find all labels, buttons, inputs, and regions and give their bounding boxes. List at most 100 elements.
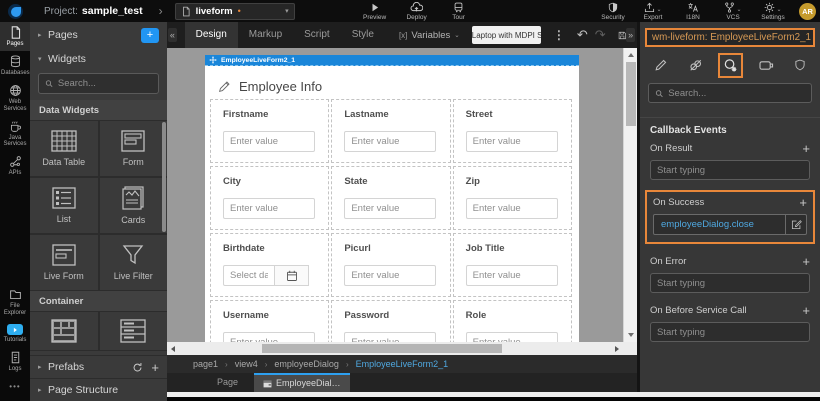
widget-tile-live-filter[interactable]: Live Filter — [100, 235, 168, 290]
tab-design[interactable]: Design — [185, 22, 238, 48]
export-button[interactable]: ⌄ Export — [635, 2, 671, 21]
widget-search[interactable] — [38, 73, 159, 94]
prefabs-accordion-header[interactable]: ▸ Prefabs + — [30, 355, 167, 378]
collapse-left-panel-button[interactable]: « — [168, 28, 177, 42]
widget-tile-list[interactable]: List — [30, 178, 98, 233]
left-panel-scrollbar[interactable] — [162, 122, 166, 232]
sidebar-item-pages[interactable]: Pages — [0, 22, 30, 51]
form-field-lastname[interactable]: Lastname — [331, 99, 450, 163]
variables-dropdown[interactable]: [x] Variables ⌄ — [399, 30, 460, 41]
city-input[interactable] — [224, 203, 314, 214]
canvas-more-menu-button[interactable]: ⋮ — [553, 28, 565, 42]
add-on-success-action-button[interactable]: + — [799, 195, 807, 210]
edit-action-button[interactable] — [785, 215, 806, 234]
wavemaker-logo-icon[interactable] — [0, 4, 30, 19]
firstname-input[interactable] — [224, 136, 314, 147]
form-field-jobtitle[interactable]: Job Title — [453, 233, 572, 297]
add-page-button[interactable]: + — [141, 28, 159, 43]
pages-accordion-header[interactable]: ▸ Pages + — [30, 22, 167, 48]
scroll-right-arrow-icon[interactable] — [615, 346, 619, 352]
form-field-picurl[interactable]: Picurl — [331, 233, 450, 297]
widget-tile-live-form[interactable]: Live Form — [30, 235, 98, 290]
form-field-role[interactable]: Role — [453, 300, 572, 342]
user-avatar[interactable]: AR — [799, 3, 816, 20]
tab-styles[interactable] — [684, 54, 707, 76]
vertical-scroll-thumb[interactable] — [626, 62, 636, 126]
widgets-accordion-header[interactable]: ▾ Widgets — [30, 48, 167, 70]
scroll-down-arrow-icon[interactable] — [628, 333, 634, 337]
breadcrumb-employeeliveform[interactable]: EmployeeLiveForm2_1 — [356, 359, 449, 369]
form-field-birthdate[interactable]: Birthdate — [210, 233, 329, 297]
horizontal-scroll-thumb[interactable] — [262, 344, 502, 353]
sidebar-item-web-services[interactable]: Web Services — [0, 80, 30, 116]
tab-script[interactable]: Script — [293, 22, 341, 48]
add-prefab-button[interactable]: + — [151, 360, 159, 375]
widget-tile-form[interactable]: Form — [100, 121, 168, 176]
deploy-button[interactable]: Deploy — [399, 2, 435, 21]
breadcrumb-view4[interactable]: view4 — [235, 359, 258, 369]
sidebar-item-file-explorer[interactable]: File Explorer — [0, 284, 30, 320]
on-result-input[interactable] — [657, 165, 803, 176]
tab-style[interactable]: Style — [341, 22, 385, 48]
bottom-tab-page[interactable]: Page — [201, 373, 254, 392]
widget-search-input[interactable] — [58, 78, 152, 89]
canvas-vertical-scrollbar[interactable] — [623, 48, 637, 342]
properties-search-input[interactable] — [668, 88, 805, 99]
sidebar-item-java-services[interactable]: Java Services — [0, 116, 30, 152]
widget-tile-cards[interactable]: Cards — [100, 178, 168, 233]
tour-button[interactable]: Tour — [441, 2, 477, 21]
device-selector[interactable]: Laptop with MDPI Screen ⌄ — [472, 26, 541, 44]
on-error-input[interactable] — [657, 278, 803, 289]
sidebar-more-button[interactable]: ••• — [0, 376, 30, 401]
form-field-username[interactable]: Username — [210, 300, 329, 342]
tab-markup[interactable]: Markup — [238, 22, 293, 48]
save-icon[interactable] — [618, 29, 627, 42]
state-input[interactable] — [345, 203, 435, 214]
form-field-firstname[interactable]: Firstname — [210, 99, 329, 163]
breadcrumb-employeedialog[interactable]: employeeDialog — [274, 359, 339, 369]
selected-widget-bar[interactable]: EmployeeLiveForm2_1 — [205, 55, 579, 66]
add-on-error-action-button[interactable]: + — [802, 254, 810, 269]
widget-tile-data-table[interactable]: Data Table — [30, 121, 98, 176]
birthdate-input[interactable] — [224, 270, 274, 281]
form-field-password[interactable]: Password — [331, 300, 450, 342]
tab-events[interactable] — [718, 53, 743, 78]
breadcrumb-page1[interactable]: page1 — [193, 359, 218, 369]
properties-search[interactable] — [648, 83, 812, 103]
scroll-left-arrow-icon[interactable] — [171, 346, 175, 352]
lastname-input[interactable] — [345, 136, 435, 147]
preview-button[interactable]: Preview — [357, 2, 393, 21]
widget-tile-accordion[interactable] — [100, 312, 168, 350]
i18n-button[interactable]: I18N — [675, 2, 711, 21]
form-field-street[interactable]: Street — [453, 99, 572, 163]
security-button[interactable]: Security — [595, 2, 631, 21]
refresh-icon[interactable] — [132, 362, 143, 373]
undo-button[interactable]: ↶ — [577, 27, 588, 43]
vcs-button[interactable]: ⌄ VCS — [715, 2, 751, 21]
add-on-result-action-button[interactable]: + — [802, 141, 810, 156]
form-field-state[interactable]: State — [331, 166, 450, 230]
canvas-horizontal-scrollbar[interactable] — [167, 342, 637, 355]
sidebar-item-tutorials[interactable]: Tutorials — [0, 320, 30, 347]
sidebar-item-logs[interactable]: Logs — [0, 347, 30, 376]
sidebar-item-apis[interactable]: APIs — [0, 151, 30, 180]
form-field-city[interactable]: City — [210, 166, 329, 230]
redo-button[interactable]: ↷ — [595, 27, 606, 43]
bottom-tab-employeedialog[interactable]: EmployeeDial… — [254, 373, 350, 392]
tab-device[interactable] — [755, 55, 778, 76]
on-success-action-link[interactable]: employeeDialog.close — [654, 215, 785, 234]
on-before-service-call-input[interactable] — [657, 327, 803, 338]
page-structure-accordion-header[interactable]: ▸ Page Structure — [30, 378, 167, 401]
form-field-zip[interactable]: Zip — [453, 166, 572, 230]
sidebar-item-databases[interactable]: Databases — [0, 51, 30, 80]
tab-properties[interactable] — [650, 54, 672, 76]
expand-right-panel-button[interactable]: » — [626, 28, 635, 42]
jobtitle-input[interactable] — [467, 270, 557, 281]
calendar-button[interactable] — [275, 265, 309, 286]
tab-security[interactable] — [790, 54, 810, 76]
settings-button[interactable]: ⌄ Settings — [755, 2, 791, 21]
picurl-input[interactable] — [345, 270, 435, 281]
page-selector-dropdown[interactable]: liveform • ▾ — [175, 3, 295, 20]
zip-input[interactable] — [467, 203, 557, 214]
widget-tile-layout-grid[interactable] — [30, 312, 98, 350]
